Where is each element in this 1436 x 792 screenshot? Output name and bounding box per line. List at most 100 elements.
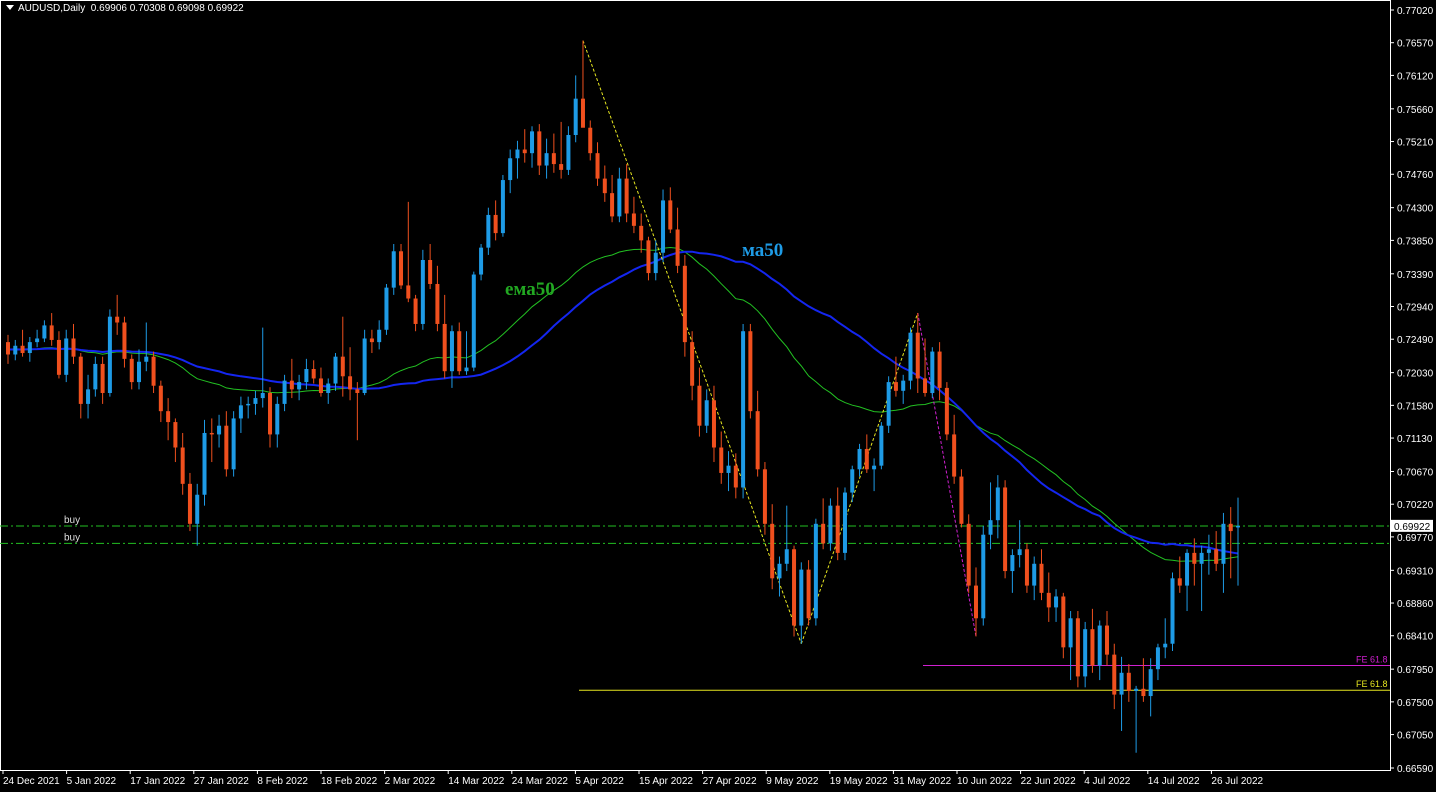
y-tick-label: 0.76570 bbox=[1397, 39, 1434, 50]
candle-body bbox=[1177, 578, 1182, 586]
candle-body bbox=[1214, 549, 1219, 564]
candle-body bbox=[595, 153, 600, 179]
candle-body bbox=[872, 465, 877, 470]
candle-body bbox=[580, 98, 585, 128]
candle-body bbox=[86, 389, 91, 404]
y-tick-label: 0.68860 bbox=[1397, 599, 1434, 610]
candle-body bbox=[1083, 629, 1088, 677]
ma50-line bbox=[7, 250, 1239, 555]
y-tick-label: 0.70220 bbox=[1397, 500, 1434, 511]
candle-body bbox=[348, 376, 353, 390]
y-tick-label: 0.71580 bbox=[1397, 401, 1434, 412]
candle-body bbox=[835, 505, 840, 553]
candle-body bbox=[166, 411, 171, 423]
candle-body bbox=[1054, 596, 1059, 608]
price-chart[interactable]: 0.77020 0.76570 0.76120 0.75660 0.75210 0.747… bbox=[0, 0, 1436, 792]
ma50-label: ма50 bbox=[742, 240, 783, 261]
x-tick-label: 24 Mar 2022 bbox=[512, 776, 569, 787]
candle-body bbox=[399, 251, 404, 286]
y-tick-label: 0.66590 bbox=[1397, 764, 1434, 775]
x-tick-label: 27 Apr 2022 bbox=[703, 776, 757, 787]
y-tick-label: 0.74300 bbox=[1397, 204, 1434, 215]
candle-body bbox=[35, 338, 40, 343]
candle-body bbox=[661, 200, 666, 253]
y-tick-label: 0.75210 bbox=[1397, 138, 1434, 149]
candle-body bbox=[806, 569, 811, 619]
candle-body bbox=[435, 283, 440, 324]
candle-body bbox=[544, 153, 549, 166]
candle-body bbox=[573, 98, 578, 136]
y-tick-label: 0.75660 bbox=[1397, 105, 1434, 116]
candle-body bbox=[1039, 563, 1044, 593]
candle-body bbox=[588, 127, 593, 154]
candle-body bbox=[697, 385, 702, 426]
candle-body bbox=[1134, 688, 1139, 691]
x-tick-label: 15 Apr 2022 bbox=[639, 776, 693, 787]
candle-body bbox=[406, 285, 411, 299]
candle-body bbox=[559, 164, 564, 170]
ema50-line bbox=[7, 246, 1239, 562]
y-tick-label: 0.74760 bbox=[1397, 170, 1434, 181]
candle-body bbox=[1068, 618, 1073, 648]
y-tick-label: 0.67950 bbox=[1397, 665, 1434, 676]
candle-body bbox=[799, 569, 804, 626]
candle-body bbox=[551, 153, 556, 165]
candle-body bbox=[486, 214, 491, 248]
candle-body bbox=[813, 523, 818, 619]
candle-body bbox=[1032, 563, 1037, 586]
candle-body bbox=[1024, 549, 1029, 586]
candle-body bbox=[704, 400, 709, 426]
candle-body bbox=[1192, 552, 1197, 564]
candle-body bbox=[821, 523, 826, 544]
x-tick-label: 4 Jul 2022 bbox=[1084, 776, 1131, 787]
candle-body bbox=[391, 251, 396, 288]
candle-body bbox=[733, 465, 738, 488]
candle-body bbox=[624, 178, 629, 214]
candle-body bbox=[231, 418, 236, 470]
candle-body bbox=[842, 492, 847, 553]
candle-body bbox=[49, 325, 54, 340]
y-tick-label: 0.69310 bbox=[1397, 566, 1434, 577]
candle-body bbox=[326, 383, 331, 393]
candle-body bbox=[901, 380, 906, 391]
candle-body bbox=[311, 369, 316, 379]
candle-body bbox=[515, 149, 520, 159]
candle-body bbox=[195, 494, 200, 524]
candle-body bbox=[711, 400, 716, 448]
candle-body bbox=[762, 469, 767, 524]
y-tick-label: 0.72490 bbox=[1397, 335, 1434, 346]
candle-body bbox=[202, 432, 207, 495]
x-tick-label: 9 May 2022 bbox=[766, 776, 819, 787]
candle-body bbox=[107, 316, 112, 393]
candle-body bbox=[770, 523, 775, 579]
candle-body bbox=[384, 287, 389, 330]
candle-body bbox=[144, 356, 149, 362]
candle-body bbox=[944, 387, 949, 435]
candle-body bbox=[792, 549, 797, 626]
candle-body bbox=[1206, 549, 1211, 553]
x-tick-label: 5 Apr 2022 bbox=[575, 776, 624, 787]
candle-body bbox=[1141, 688, 1146, 697]
candle-body bbox=[893, 382, 898, 391]
candle-body bbox=[93, 363, 98, 390]
candle-body bbox=[457, 331, 462, 372]
y-tick-label: 0.72030 bbox=[1397, 369, 1434, 380]
candle-body bbox=[508, 158, 513, 181]
candle-body bbox=[297, 382, 302, 390]
candle-body bbox=[187, 483, 192, 524]
candle-body bbox=[973, 585, 978, 619]
candle-body bbox=[362, 338, 367, 393]
candle-body bbox=[355, 389, 360, 393]
candle-body bbox=[530, 131, 535, 154]
candle-body bbox=[122, 322, 127, 359]
candle-body bbox=[420, 260, 425, 324]
candle-body bbox=[340, 356, 345, 377]
candle-body bbox=[20, 345, 25, 354]
candle-body bbox=[173, 422, 178, 448]
x-tick-label: 26 Jul 2022 bbox=[1211, 776, 1263, 787]
candle-body bbox=[56, 339, 61, 375]
candle-body bbox=[879, 425, 884, 466]
candle-body bbox=[828, 505, 833, 544]
y-tick-label: 0.67050 bbox=[1397, 731, 1434, 742]
candle-body bbox=[500, 180, 505, 234]
